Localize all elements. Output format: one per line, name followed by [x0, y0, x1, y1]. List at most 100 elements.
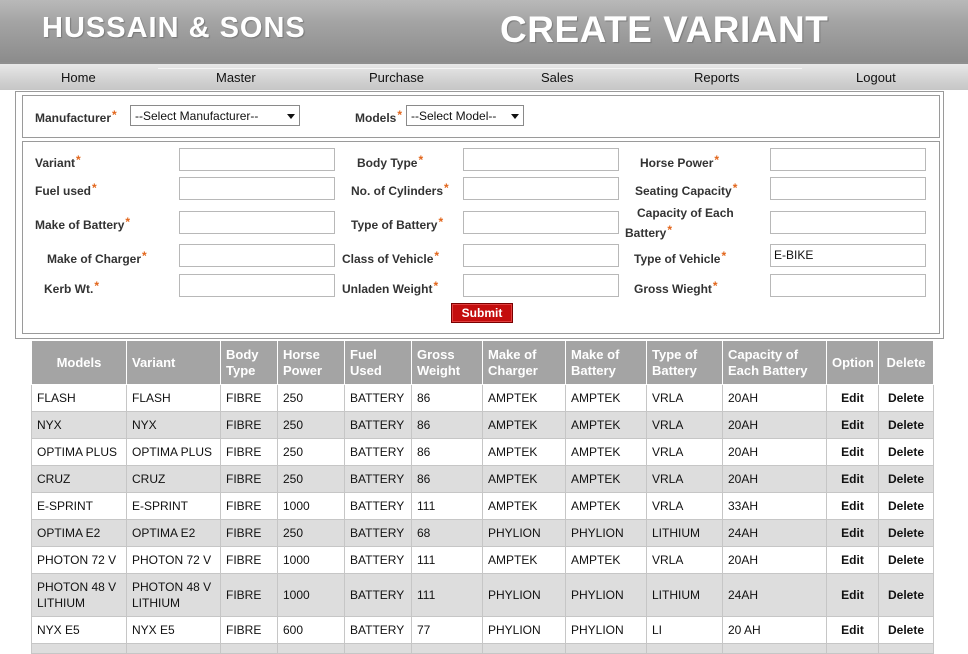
submit-button[interactable]: Submit	[451, 303, 513, 323]
seating-capacity-input[interactable]	[770, 177, 926, 200]
cell-make-of-charger: PHYLION	[482, 573, 566, 617]
cell-capacity: 20AH	[722, 411, 827, 439]
cell-horse-power: 1000	[277, 573, 345, 617]
cell-make-of-battery: AMPTEK	[565, 492, 647, 520]
delete-button[interactable]: Delete	[878, 546, 934, 574]
cell-gross-weight: 86	[411, 384, 483, 412]
edit-button[interactable]: Edit	[826, 519, 879, 547]
edit-button[interactable]: Edit	[826, 465, 879, 493]
delete-button[interactable]: Delete	[878, 411, 934, 439]
variant-input[interactable]	[179, 148, 335, 171]
cell-gross-weight: 86	[411, 438, 483, 466]
cell-horse-power: 1000	[277, 492, 345, 520]
nav-master[interactable]: Master	[216, 70, 256, 85]
nav-sales[interactable]: Sales	[541, 70, 574, 85]
cell-horse-power: 250	[277, 519, 345, 547]
cell-make-of-battery: AMPTEK	[565, 546, 647, 574]
cell-make-of-charger: PHYLION	[482, 616, 566, 644]
cell-capacity: 33AH	[722, 492, 827, 520]
edit-button[interactable]: Edit	[826, 492, 879, 520]
cell-type-of-battery: LI	[646, 616, 723, 644]
edit-button[interactable]: Edit	[826, 616, 879, 644]
cell-empty	[646, 643, 723, 654]
table-row: FLASH FLASH FIBRE 250 BATTERY 86 AMPTEK AMPTEK V…	[31, 384, 934, 412]
edit-button[interactable]: Edit	[826, 573, 879, 617]
cell-variant: PHOTON 48 V LITHIUM	[126, 573, 221, 617]
nav-home[interactable]: Home	[61, 70, 96, 85]
col-header-variant[interactable]: Variant	[126, 340, 221, 385]
gross-weight-input[interactable]	[770, 274, 926, 297]
delete-button[interactable]: Delete	[878, 573, 934, 617]
manufacturer-select[interactable]: --Select Manufacturer--	[130, 105, 300, 126]
horse-power-label: Horse Power*	[640, 153, 720, 170]
type-of-battery-input[interactable]	[463, 211, 619, 234]
cell-make-of-battery: PHYLION	[565, 616, 647, 644]
delete-button[interactable]: Delete	[878, 465, 934, 493]
cell-fuel-used: BATTERY	[344, 411, 412, 439]
cell-variant: PHOTON 72 V	[126, 546, 221, 574]
capacity-of-each-battery-input[interactable]	[770, 211, 926, 234]
models-select[interactable]: --Select Model--	[406, 105, 524, 126]
type-of-vehicle-input[interactable]: E-BIKE	[770, 244, 926, 267]
cell-empty	[126, 643, 221, 654]
col-header-models[interactable]: Models	[31, 340, 127, 385]
dropdown-arrow-icon	[511, 114, 519, 119]
fuel-used-input[interactable]	[179, 177, 335, 200]
col-header-gross-weight[interactable]: Gross Weight	[411, 340, 483, 385]
col-header-type-of-battery[interactable]: Type of Battery	[646, 340, 723, 385]
unladen-weight-input[interactable]	[463, 274, 619, 297]
variants-table: Models Variant Body Type Horse Power Fue…	[31, 340, 934, 654]
make-of-charger-input[interactable]	[179, 244, 335, 267]
delete-button[interactable]: Delete	[878, 616, 934, 644]
edit-button[interactable]: Edit	[826, 546, 879, 574]
kerb-wt-input[interactable]	[179, 274, 335, 297]
table-body: FLASH FLASH FIBRE 250 BATTERY 86 AMPTEK AMPTEK V…	[31, 384, 934, 654]
table-header-row: Models Variant Body Type Horse Power Fue…	[31, 340, 934, 385]
main-nav: Home Master Purchase Sales Reports Logou…	[0, 62, 968, 90]
fuel-used-label: Fuel used*	[35, 181, 97, 198]
page-header: HUSSAIN & SONS CREATE VARIANT	[0, 0, 968, 62]
table-row: OPTIMA E2 OPTIMA E2 FIBRE 250 BATTERY 68 PHYLI…	[31, 519, 934, 547]
nav-reports[interactable]: Reports	[694, 70, 740, 85]
table-row: PHOTON 48 V LITHIUM PHOTON 48 V LITHIUM FI…	[31, 573, 934, 617]
col-header-delete: Delete	[878, 340, 934, 385]
delete-button[interactable]: Delete	[878, 438, 934, 466]
cell-make-of-battery: PHYLION	[565, 519, 647, 547]
cell-body-type: FIBRE	[220, 438, 278, 466]
edit-button[interactable]: Edit	[826, 384, 879, 412]
horse-power-input[interactable]	[770, 148, 926, 171]
col-header-make-of-charger[interactable]: Make of Charger	[482, 340, 566, 385]
unladen-weight-label: Unladen Weight*	[342, 279, 439, 296]
cell-capacity: 20 AH	[722, 616, 827, 644]
nav-purchase[interactable]: Purchase	[369, 70, 424, 85]
cell-type-of-battery: LITHIUM	[646, 573, 723, 617]
cell-empty	[277, 643, 345, 654]
models-select-value: --Select Model--	[411, 109, 497, 123]
cell-make-of-battery: AMPTEK	[565, 465, 647, 493]
cell-make-of-battery: PHYLION	[565, 573, 647, 617]
make-of-battery-input[interactable]	[179, 211, 335, 234]
col-header-make-of-battery[interactable]: Make of Battery	[565, 340, 647, 385]
delete-button[interactable]: Delete	[878, 519, 934, 547]
cell-empty	[565, 643, 647, 654]
body-type-input[interactable]	[463, 148, 619, 171]
col-header-capacity[interactable]: Capacity of Each Battery	[722, 340, 827, 385]
cell-make-of-charger: PHYLION	[482, 519, 566, 547]
edit-button[interactable]: Edit	[826, 438, 879, 466]
cell-horse-power: 250	[277, 384, 345, 412]
edit-button[interactable]: Edit	[826, 411, 879, 439]
delete-button[interactable]: Delete	[878, 384, 934, 412]
cell-type-of-battery: VRLA	[646, 411, 723, 439]
delete-button[interactable]: Delete	[878, 492, 934, 520]
col-header-horse-power[interactable]: Horse Power	[277, 340, 345, 385]
capacity-label-line1: Capacity of Each	[637, 206, 734, 220]
no-of-cylinders-input[interactable]	[463, 177, 619, 200]
nav-logout[interactable]: Logout	[856, 70, 896, 85]
cell-gross-weight: 111	[411, 492, 483, 520]
dropdown-arrow-icon	[287, 114, 295, 119]
cell-body-type: FIBRE	[220, 573, 278, 617]
class-of-vehicle-input[interactable]	[463, 244, 619, 267]
col-header-fuel-used[interactable]: Fuel Used	[344, 340, 412, 385]
col-header-body-type[interactable]: Body Type	[220, 340, 278, 385]
cell-variant: NYX	[126, 411, 221, 439]
